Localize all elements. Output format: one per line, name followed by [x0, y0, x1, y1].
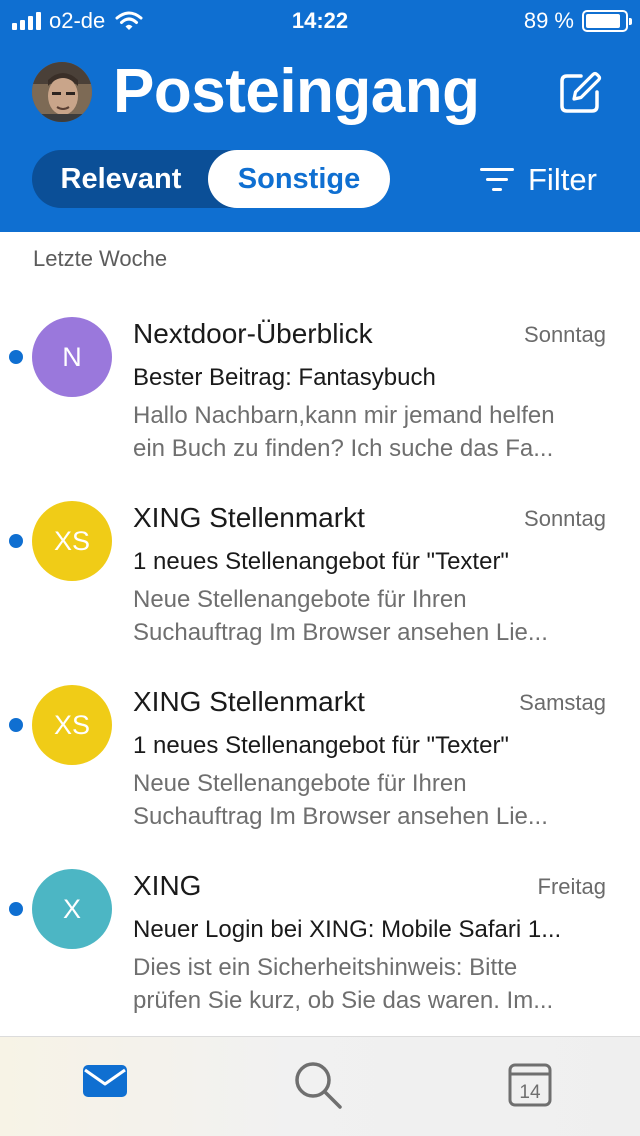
battery-icon	[582, 10, 632, 32]
sender-avatar: XS	[32, 685, 112, 765]
tab-mail[interactable]	[80, 1059, 136, 1111]
preview-line: Neue Stellenangebote für Ihren	[133, 770, 467, 797]
unread-indicator	[9, 718, 23, 732]
sender-name: XING Stellenmarkt	[133, 502, 365, 533]
preview-line: Hallo Nachbarn,kann mir jemand helfen	[133, 402, 555, 429]
battery-percentage: 89 %	[523, 8, 574, 33]
avatar[interactable]	[32, 62, 92, 122]
sender-name: XING Stellenmarkt	[133, 686, 365, 717]
preview-line: ein Buch zu finden? Ich suche das Fa...	[133, 435, 554, 462]
unread-indicator	[9, 902, 23, 916]
search-icon	[295, 1062, 342, 1109]
message-date: Freitag	[537, 874, 606, 899]
message-date: Sonntag	[524, 506, 606, 531]
message-date: Samstag	[519, 690, 606, 715]
focused-other-toggle: Relevant Sonstige	[32, 150, 390, 208]
sender-name: Nextdoor-Überblick	[133, 318, 373, 349]
filter-icon	[480, 167, 514, 193]
section-header-last-week: Letzte Woche	[33, 246, 168, 271]
message-row[interactable]: N Nextdoor-Überblick Sonntag Bester Beit…	[0, 300, 640, 484]
message-row[interactable]: XS XING Stellenmarkt Samstag 1 neues Ste…	[0, 668, 640, 852]
message-row[interactable]: X XING Freitag Neuer Login bei XING: Mob…	[0, 852, 640, 1036]
preview-line: Suchauftrag Im Browser ansehen Lie...	[133, 619, 548, 646]
unread-indicator	[9, 534, 23, 548]
message-subject: 1 neues Stellenangebot für "Texter"	[133, 732, 509, 759]
message-preview: Neue Stellenangebote für Ihren Suchauftr…	[133, 583, 608, 649]
sender-name: XING	[133, 870, 202, 901]
sender-avatar: N	[32, 317, 112, 397]
user-avatar-photo	[32, 62, 92, 122]
sender-avatar: XS	[32, 501, 112, 581]
tab-sonstige[interactable]: Sonstige	[208, 150, 390, 208]
compose-icon	[560, 71, 602, 113]
page-title: Posteingang	[113, 57, 480, 126]
message-date: Sonntag	[524, 322, 606, 347]
preview-line: Neue Stellenangebote für Ihren	[133, 586, 467, 613]
filter-button[interactable]: Filter	[480, 158, 597, 202]
inbox-header: o2-de 14:22 89 % Posteingang Relevant So…	[0, 0, 640, 232]
filter-label: Filter	[528, 162, 597, 197]
tab-search[interactable]	[292, 1059, 348, 1111]
tab-calendar[interactable]: 14	[504, 1059, 560, 1111]
calendar-icon: 14	[508, 1063, 552, 1107]
status-bar: o2-de 14:22 89 %	[0, 0, 640, 42]
message-subject: Neuer Login bei XING: Mobile Safari 1...	[133, 916, 562, 943]
preview-line: prüfen Sie kurz, ob Sie das waren. Im...	[133, 987, 554, 1014]
message-preview: Dies ist ein Sicherheitshinweis: Bitte p…	[133, 951, 608, 1017]
bottom-tab-bar: 14	[0, 1036, 640, 1136]
preview-line: Dies ist ein Sicherheitshinweis: Bitte	[133, 954, 518, 981]
mail-icon	[83, 1065, 127, 1097]
message-preview: Neue Stellenangebote für Ihren Suchauftr…	[133, 767, 608, 833]
calendar-day: 14	[519, 1082, 541, 1103]
message-subject: 1 neues Stellenangebot für "Texter"	[133, 548, 509, 575]
unread-indicator	[9, 350, 23, 364]
tab-relevant[interactable]: Relevant	[32, 150, 210, 208]
message-subject: Bester Beitrag: Fantasybuch	[133, 364, 436, 391]
message-preview: Hallo Nachbarn,kann mir jemand helfen ei…	[133, 399, 608, 465]
sender-avatar: X	[32, 869, 112, 949]
compose-button[interactable]	[557, 70, 603, 116]
preview-line: Suchauftrag Im Browser ansehen Lie...	[133, 803, 548, 830]
message-row[interactable]: XS XING Stellenmarkt Sonntag 1 neues Ste…	[0, 484, 640, 668]
